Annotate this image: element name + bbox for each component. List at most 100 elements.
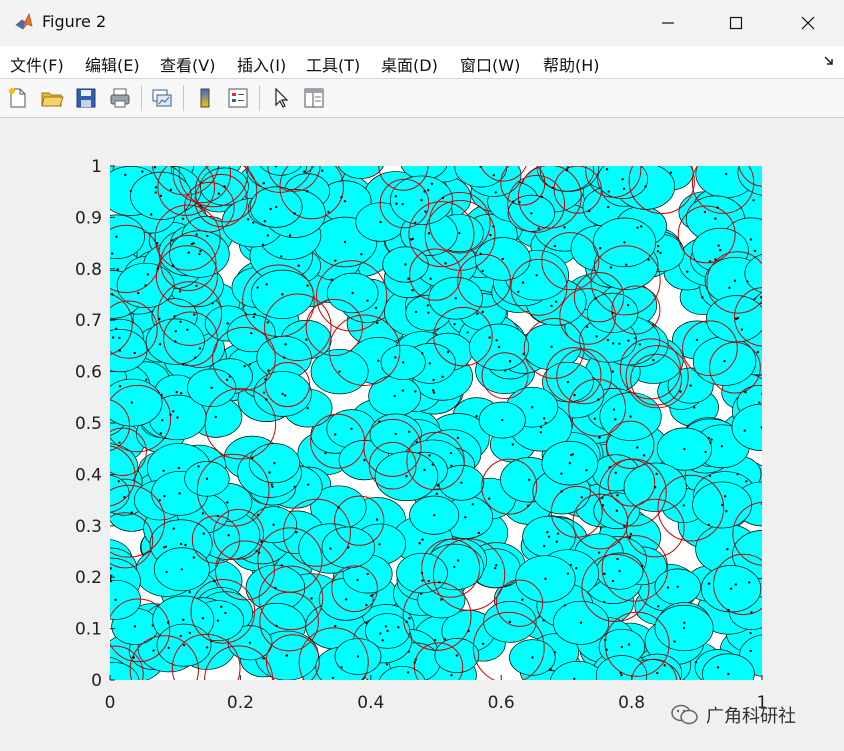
particle-center bbox=[165, 570, 168, 574]
particle-center bbox=[266, 234, 270, 237]
particle-center bbox=[394, 356, 397, 359]
particle-center bbox=[530, 212, 533, 215]
particle-center bbox=[356, 655, 360, 658]
particle-center bbox=[427, 311, 430, 314]
particle-center bbox=[714, 217, 717, 220]
menu-insert[interactable]: 插入(I) bbox=[237, 52, 286, 76]
particle-center bbox=[746, 280, 749, 283]
particle-center bbox=[114, 598, 117, 602]
particle-center bbox=[574, 567, 578, 570]
particle-center bbox=[595, 335, 598, 338]
edit-plot-button[interactable] bbox=[267, 84, 295, 112]
new-figure-button[interactable] bbox=[4, 84, 32, 112]
maximize-button[interactable] bbox=[708, 0, 764, 45]
particle-center bbox=[679, 390, 682, 393]
particle-center bbox=[133, 625, 137, 628]
link-plot-button[interactable] bbox=[148, 84, 176, 112]
toolbar-separator bbox=[141, 85, 142, 111]
particle-center bbox=[408, 617, 411, 620]
red-outline-circle bbox=[738, 166, 762, 187]
particle-center bbox=[605, 648, 608, 651]
particle-center bbox=[243, 364, 246, 368]
particle-center bbox=[441, 682, 443, 684]
particle-center bbox=[770, 162, 772, 164]
particle-center bbox=[136, 291, 140, 295]
particle-center bbox=[117, 480, 120, 483]
particle-center bbox=[225, 378, 229, 382]
particle-center bbox=[285, 654, 289, 657]
dock-arrow-icon[interactable] bbox=[822, 54, 836, 68]
title-bar[interactable]: Figure 2 bbox=[0, 0, 844, 45]
menu-help[interactable]: 帮助(H) bbox=[543, 52, 600, 76]
particle-center bbox=[184, 543, 187, 547]
particle-center bbox=[420, 198, 423, 202]
particle-center bbox=[723, 359, 726, 363]
particle-center bbox=[414, 221, 417, 225]
minimize-button[interactable] bbox=[640, 0, 696, 45]
watermark: 广角科研社 bbox=[670, 702, 796, 728]
particle-center bbox=[636, 226, 639, 229]
plot-axes[interactable]: 0 0.2 0.4 0.6 0.8 1 0 0.1 0.2 0.3 0.4 0.5 0.6 0.7 0.8… bbox=[0, 118, 844, 718]
particle-center bbox=[124, 173, 127, 177]
particle-center bbox=[492, 173, 495, 177]
particle-center bbox=[628, 684, 630, 686]
particle-center bbox=[749, 631, 752, 635]
menu-tools[interactable]: 工具(T) bbox=[306, 52, 360, 76]
particle-center bbox=[539, 425, 543, 429]
particle-center bbox=[344, 598, 348, 601]
open-file-button[interactable] bbox=[38, 84, 66, 112]
menu-window[interactable]: 窗口(W) bbox=[460, 52, 520, 76]
close-button[interactable] bbox=[780, 0, 836, 45]
particle-center bbox=[458, 231, 461, 235]
menu-file[interactable]: 文件(F) bbox=[10, 52, 64, 76]
particle-center bbox=[180, 568, 184, 571]
particle-center bbox=[611, 342, 615, 345]
particle-center bbox=[378, 543, 381, 546]
particle-center bbox=[384, 625, 388, 628]
particle-center bbox=[518, 200, 521, 204]
colorbar-icon bbox=[200, 88, 210, 108]
particle-center bbox=[551, 186, 555, 190]
particle-center bbox=[111, 293, 114, 296]
particle-center bbox=[626, 303, 630, 307]
particle-center bbox=[707, 523, 711, 527]
toolbar-separator bbox=[183, 85, 184, 111]
print-button[interactable] bbox=[106, 84, 134, 112]
particle-center bbox=[446, 350, 450, 354]
menu-edit[interactable]: 编辑(E) bbox=[85, 52, 140, 76]
particle-center bbox=[395, 202, 398, 205]
particle-center bbox=[280, 255, 283, 258]
particle-center bbox=[293, 212, 296, 215]
particle-center bbox=[569, 563, 573, 567]
particle-center bbox=[406, 671, 410, 674]
particle-center bbox=[606, 338, 610, 342]
particle-center bbox=[488, 336, 491, 339]
particle-center bbox=[704, 450, 707, 454]
particle-center bbox=[620, 645, 624, 649]
menu-desktop[interactable]: 桌面(D) bbox=[381, 52, 438, 76]
save-button[interactable] bbox=[72, 84, 100, 112]
particle-center bbox=[401, 683, 403, 685]
property-editor-button[interactable] bbox=[300, 84, 328, 112]
print-icon bbox=[110, 88, 130, 108]
particle-center bbox=[401, 389, 405, 392]
colorbar-button[interactable] bbox=[191, 84, 219, 112]
particle-center bbox=[676, 585, 679, 588]
particle-center bbox=[707, 582, 711, 585]
particle-center bbox=[720, 503, 724, 507]
particle-center bbox=[324, 451, 327, 455]
particle-center bbox=[393, 394, 396, 398]
particle-center bbox=[133, 351, 136, 355]
legend-button[interactable] bbox=[224, 84, 252, 112]
particle-center bbox=[767, 608, 769, 610]
particle-center bbox=[330, 278, 334, 281]
particle-center bbox=[654, 486, 657, 489]
particle-center bbox=[169, 163, 171, 165]
particle-center bbox=[198, 252, 201, 256]
particle-center bbox=[293, 485, 296, 488]
particle-center bbox=[550, 345, 553, 349]
menu-view[interactable]: 查看(V) bbox=[160, 52, 215, 76]
particle-center bbox=[195, 233, 198, 236]
particle-center bbox=[450, 674, 453, 677]
particle-center bbox=[494, 191, 497, 194]
